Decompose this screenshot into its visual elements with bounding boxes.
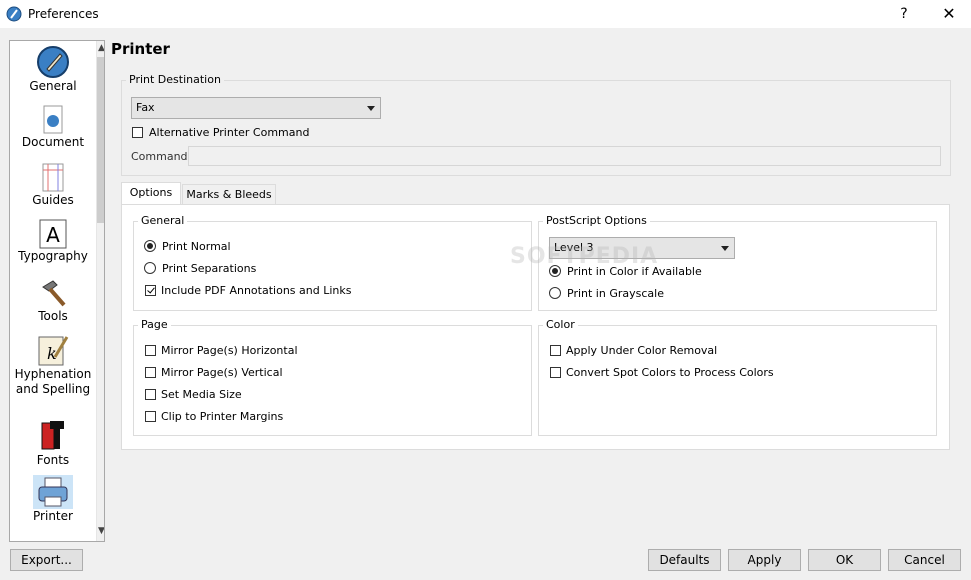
pen-nib-icon [37,46,69,78]
print-separations-radio[interactable] [144,262,156,274]
mirror-vertical-label: Mirror Page(s) Vertical [161,366,283,379]
color-group [538,325,937,436]
print-normal-radio[interactable] [144,240,156,252]
print-destination-legend: Print Destination [126,73,224,86]
sidebar-item-label: Guides [32,193,74,207]
ucr-label: Apply Under Color Removal [566,344,718,357]
mirror-horizontal-label: Mirror Page(s) Horizontal [161,344,298,357]
sidebar-item-typography[interactable]: A Typography [10,219,96,264]
mirror-vertical-checkbox[interactable] [145,367,156,378]
print-normal-label: Print Normal [162,240,231,253]
svg-text:A: A [46,223,60,247]
general-legend: General [138,214,188,227]
print-destination-select[interactable]: Fax [131,97,381,119]
sidebar-item-label: Document [21,135,85,149]
spot-colors-checkbox[interactable] [550,367,561,378]
sidebar-item-hyphenation[interactable]: k Hyphenation and Spelling [10,333,96,397]
sidebar-item-label: Printer [33,509,73,523]
page-legend: Page [138,318,171,331]
guides-icon [42,163,64,192]
scroll-up-icon[interactable]: ▲ [97,43,104,55]
sidebar-item-label: General [29,79,77,93]
sidebar-item-label: Hyphenation and Spelling [14,367,92,396]
cancel-button[interactable]: Cancel [888,549,961,571]
media-size-label: Set Media Size [161,388,242,401]
sidebar-item-label: Fonts [36,453,70,467]
print-separations-label: Print Separations [162,262,257,275]
command-input[interactable] [188,146,941,166]
sidebar-item-printer[interactable]: Printer [10,475,96,524]
media-size-checkbox[interactable] [145,389,156,400]
quill-icon: k [38,336,69,366]
chevron-down-icon [367,106,375,111]
sidebar-item-tools[interactable]: Tools [10,277,96,324]
tab-marks-bleeds[interactable]: Marks & Bleeds [182,184,276,206]
ok-button[interactable]: OK [808,549,881,571]
scroll-thumb[interactable] [97,57,104,223]
sidebar-item-document[interactable]: Document [10,105,96,150]
include-pdf-checkbox[interactable] [145,285,156,296]
fonts-icon [41,421,64,450]
ucr-checkbox[interactable] [550,345,561,356]
sidebar-scrollbar[interactable]: ▲ ▼ [96,41,104,541]
close-button[interactable]: ✕ [937,3,961,25]
hammer-icon [42,280,66,307]
defaults-button[interactable]: Defaults [648,549,721,571]
window-title: Preferences [28,7,99,21]
page-title: Printer [111,40,170,58]
include-pdf-label: Include PDF Annotations and Links [161,284,352,297]
tab-options[interactable]: Options [121,182,181,205]
app-icon [6,6,22,22]
chevron-down-icon [721,246,729,251]
apply-button[interactable]: Apply [728,549,801,571]
clip-margins-checkbox[interactable] [145,411,156,422]
title-bar: Preferences ? ✕ [0,0,971,28]
postscript-legend: PostScript Options [543,214,650,227]
alt-command-label: Alternative Printer Command [149,126,310,139]
category-sidebar[interactable]: General Document Guides A Typography Too… [9,40,105,542]
sidebar-item-fonts[interactable]: Fonts [10,419,96,468]
sidebar-item-guides[interactable]: Guides [10,163,96,208]
print-grayscale-label: Print in Grayscale [567,287,664,300]
command-label: Command: [131,150,192,163]
printer-icon [38,477,68,507]
help-button[interactable]: ? [893,4,915,24]
mirror-horizontal-checkbox[interactable] [145,345,156,356]
export-button[interactable]: Export... [10,549,83,571]
sidebar-item-label: Typography [18,249,88,263]
spot-colors-label: Convert Spot Colors to Process Colors [566,366,774,379]
letter-a-icon: A [39,219,67,249]
scroll-down-icon[interactable]: ▼ [97,526,104,538]
color-legend: Color [543,318,578,331]
clip-margins-label: Clip to Printer Margins [161,410,284,423]
svg-text:k: k [47,344,57,363]
print-destination-value: Fax [136,101,155,114]
document-icon [43,105,63,134]
sidebar-item-label: Tools [38,309,68,323]
sidebar-item-general[interactable]: General [10,45,96,94]
alt-command-checkbox[interactable] [132,127,143,138]
print-grayscale-radio[interactable] [549,287,561,299]
watermark: SOFTPEDIA [510,244,659,269]
